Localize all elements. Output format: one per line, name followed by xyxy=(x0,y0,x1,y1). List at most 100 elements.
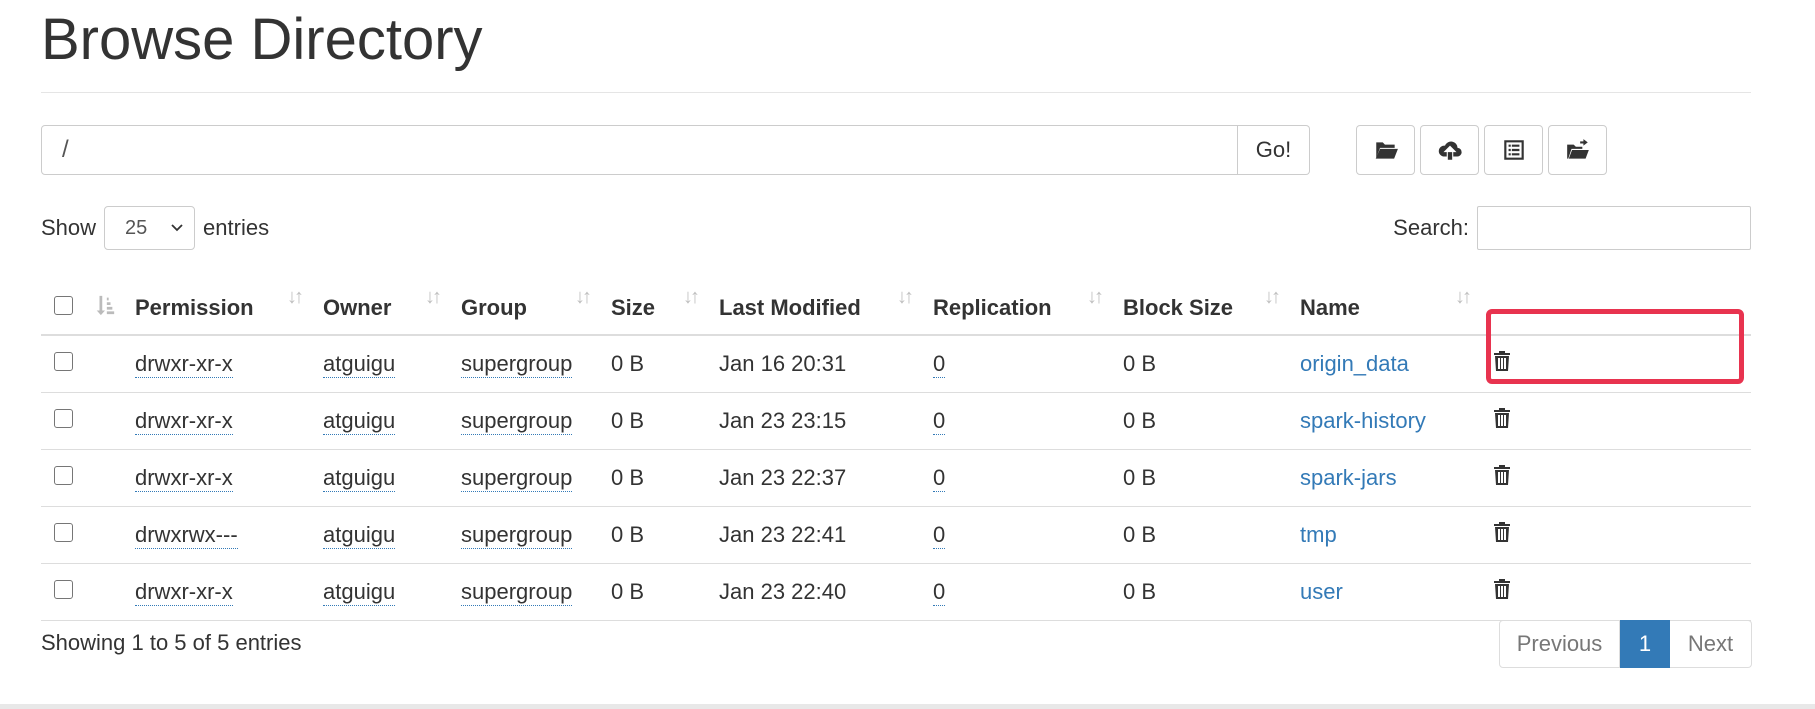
list-alt-icon xyxy=(1503,140,1524,160)
block-size-cell: 0 B xyxy=(1123,506,1300,564)
permission-cell[interactable]: drwxr-xr-x xyxy=(135,465,233,492)
page-title: Browse Directory xyxy=(41,7,483,72)
entries-label: entries xyxy=(203,215,270,240)
chevron-down-icon xyxy=(171,224,183,232)
annotation-highlight-box xyxy=(1486,309,1744,384)
owner-cell[interactable]: atguigu xyxy=(323,351,396,378)
path-bar: Go! xyxy=(41,125,1310,175)
replication-cell[interactable]: 0 xyxy=(933,408,946,435)
column-header-replication[interactable]: Replication ↓↑ xyxy=(933,272,1123,336)
delete-button[interactable] xyxy=(1490,522,1514,549)
replication-cell[interactable]: 0 xyxy=(933,465,946,492)
sort-column-header[interactable] xyxy=(88,272,135,336)
permission-cell[interactable]: drwxr-xr-x xyxy=(135,579,233,606)
column-header-permission[interactable]: Permission ↓↑ xyxy=(135,272,323,336)
page-1-button[interactable]: 1 xyxy=(1620,620,1670,668)
sort-icon: ↓↑ xyxy=(1455,286,1472,308)
delete-button[interactable] xyxy=(1490,408,1514,435)
name-link[interactable]: spark-history xyxy=(1300,408,1426,433)
trash-icon xyxy=(1494,408,1510,428)
block-size-cell: 0 B xyxy=(1123,449,1300,507)
column-header-group[interactable]: Group ↓↑ xyxy=(461,272,611,336)
column-header-name[interactable]: Name ↓↑ xyxy=(1300,272,1490,336)
sort-icon: ↓↑ xyxy=(897,286,914,308)
footer-divider xyxy=(0,704,1815,709)
cut-paste-button[interactable] xyxy=(1548,125,1607,175)
block-size-cell: 0 B xyxy=(1123,392,1300,450)
permission-cell[interactable]: drwxrwx--- xyxy=(135,522,238,549)
sort-icon: ↓↑ xyxy=(425,286,442,308)
name-link[interactable]: tmp xyxy=(1300,522,1337,547)
folder-open-icon xyxy=(1374,142,1398,159)
previous-page-button[interactable]: Previous xyxy=(1499,620,1620,668)
search-control: Search: xyxy=(1393,206,1751,250)
owner-cell[interactable]: atguigu xyxy=(323,408,396,435)
column-header-last-modified[interactable]: Last Modified ↓↑ xyxy=(719,272,933,336)
delete-button[interactable] xyxy=(1490,579,1514,606)
folder-move-icon xyxy=(1566,139,1589,159)
modified-cell: Jan 23 22:37 xyxy=(719,449,933,507)
size-cell: 0 B xyxy=(611,449,719,507)
block-size-cell: 0 B xyxy=(1123,563,1300,621)
sort-icon: ↓↑ xyxy=(683,286,700,308)
delete-button[interactable] xyxy=(1490,465,1514,492)
show-label: Show xyxy=(41,215,97,240)
sort-icon: ↓↑ xyxy=(575,286,592,308)
row-checkbox[interactable] xyxy=(54,409,73,428)
owner-cell[interactable]: atguigu xyxy=(323,579,396,606)
name-link[interactable]: spark-jars xyxy=(1300,465,1397,490)
trash-icon xyxy=(1494,522,1510,542)
group-cell[interactable]: supergroup xyxy=(461,522,573,549)
select-all-checkbox[interactable] xyxy=(54,296,73,315)
toolbar xyxy=(1356,125,1607,175)
select-all-header xyxy=(41,272,88,336)
trash-icon xyxy=(1494,465,1510,485)
name-link[interactable]: origin_data xyxy=(1300,351,1409,376)
group-cell[interactable]: supergroup xyxy=(461,465,573,492)
modified-cell: Jan 23 22:40 xyxy=(719,563,933,621)
replication-cell[interactable]: 0 xyxy=(933,351,946,378)
row-checkbox[interactable] xyxy=(54,523,73,542)
size-cell: 0 B xyxy=(611,563,719,621)
view-details-button[interactable] xyxy=(1484,125,1543,175)
upload-button[interactable] xyxy=(1420,125,1479,175)
group-cell[interactable]: supergroup xyxy=(461,408,573,435)
size-cell: 0 B xyxy=(611,392,719,450)
group-cell[interactable]: supergroup xyxy=(461,579,573,606)
column-header-owner[interactable]: Owner ↓↑ xyxy=(323,272,461,336)
group-cell[interactable]: supergroup xyxy=(461,351,573,378)
entries-per-page-select[interactable]: 25 xyxy=(104,206,196,250)
row-checkbox[interactable] xyxy=(54,580,73,599)
owner-cell[interactable]: atguigu xyxy=(323,522,396,549)
sort-icon: ↓↑ xyxy=(1087,286,1104,308)
table-info: Showing 1 to 5 of 5 entries xyxy=(41,630,302,655)
modified-cell: Jan 23 23:15 xyxy=(719,392,933,450)
sort-icon: ↓↑ xyxy=(287,286,304,308)
replication-cell[interactable]: 0 xyxy=(933,522,946,549)
next-page-button[interactable]: Next xyxy=(1670,620,1752,668)
modified-cell: Jan 16 20:31 xyxy=(719,335,933,393)
go-button[interactable]: Go! xyxy=(1238,125,1310,175)
create-directory-button[interactable] xyxy=(1356,125,1415,175)
column-header-size[interactable]: Size ↓↑ xyxy=(611,272,719,336)
column-header-block-size[interactable]: Block Size ↓↑ xyxy=(1123,272,1300,336)
entries-length-control: Show 25 entries xyxy=(41,206,269,250)
sort-icon: ↓↑ xyxy=(1264,286,1281,308)
row-checkbox[interactable] xyxy=(54,466,73,485)
path-input[interactable] xyxy=(41,125,1238,175)
replication-cell[interactable]: 0 xyxy=(933,579,946,606)
permission-cell[interactable]: drwxr-xr-x xyxy=(135,408,233,435)
entries-select-value: 25 xyxy=(125,216,148,239)
size-cell: 0 B xyxy=(611,335,719,393)
name-link[interactable]: user xyxy=(1300,579,1343,604)
sort-amount-icon xyxy=(96,295,115,316)
owner-cell[interactable]: atguigu xyxy=(323,465,396,492)
table-row: drwxr-xr-x atguigu supergroup 0 B Jan 23… xyxy=(41,392,1751,450)
row-checkbox[interactable] xyxy=(54,352,73,371)
permission-cell[interactable]: drwxr-xr-x xyxy=(135,351,233,378)
search-input[interactable] xyxy=(1477,206,1751,250)
search-label: Search: xyxy=(1393,215,1469,240)
pagination: Previous 1 Next xyxy=(1499,620,1752,668)
title-divider xyxy=(41,92,1751,93)
block-size-cell: 0 B xyxy=(1123,335,1300,393)
